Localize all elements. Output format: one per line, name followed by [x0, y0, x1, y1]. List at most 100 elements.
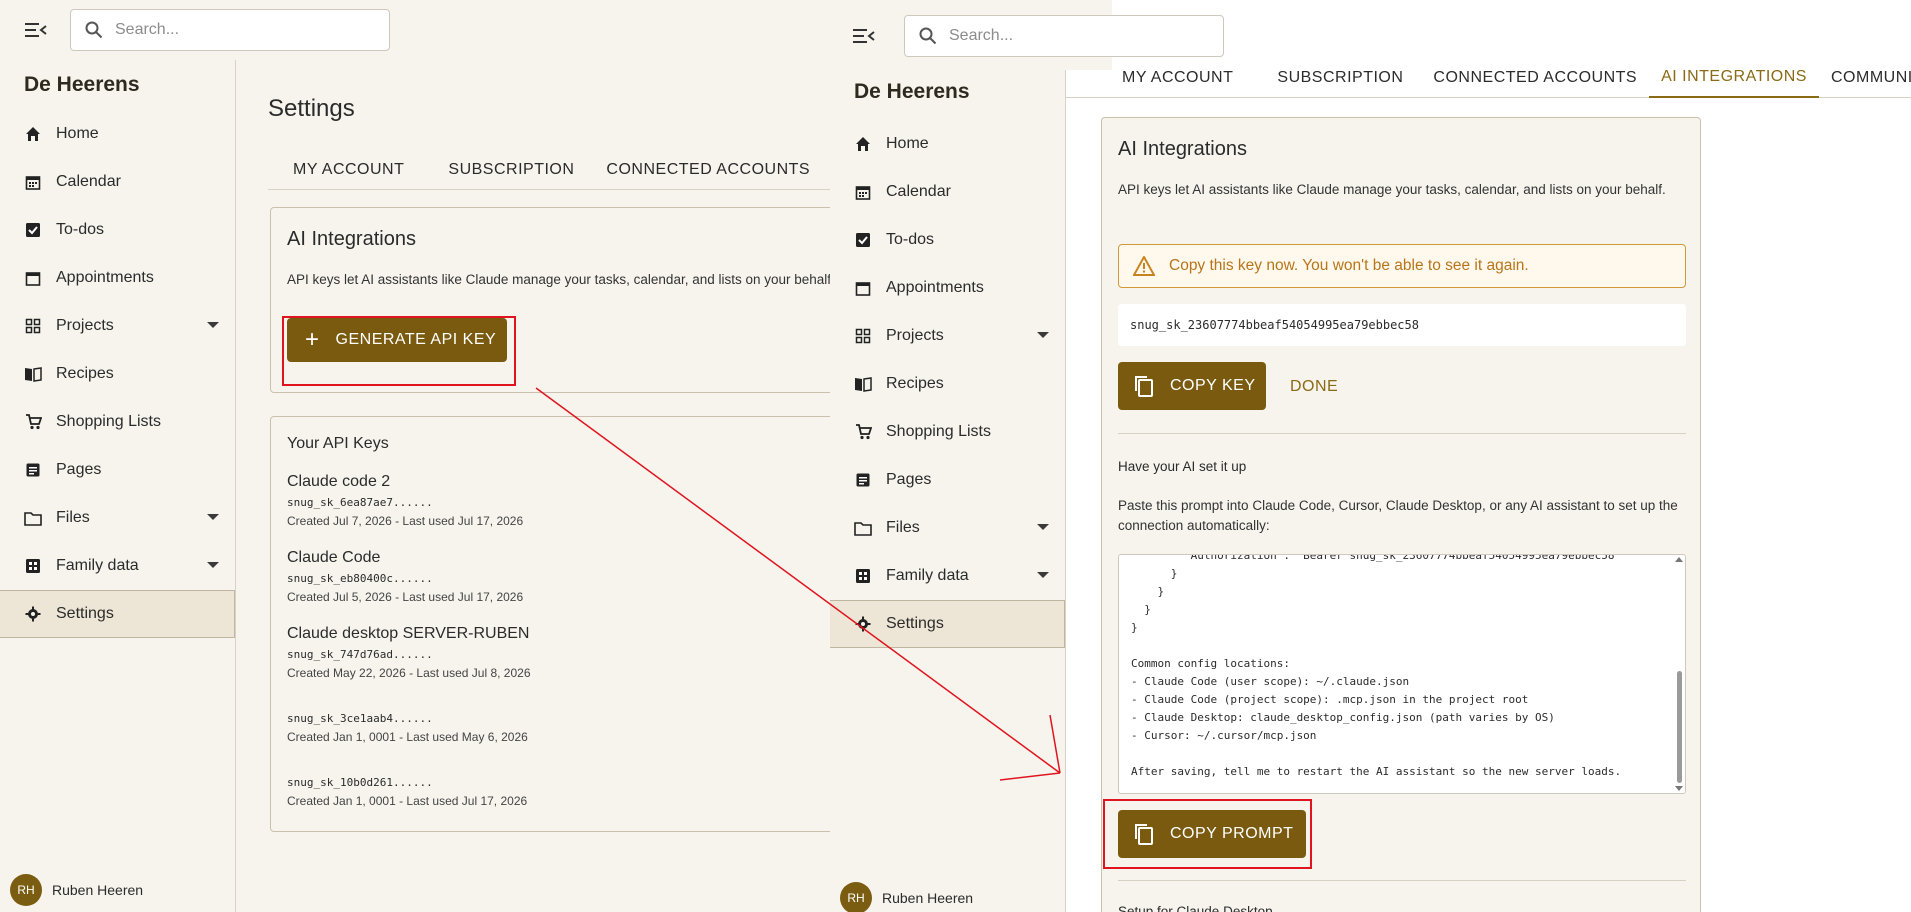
copy-icon: [1135, 376, 1153, 397]
chevron-down-icon[interactable]: [1037, 332, 1049, 338]
copy-key-button[interactable]: COPY KEY: [1118, 362, 1266, 410]
user-name: Ruben Heeren: [52, 882, 144, 898]
search-input[interactable]: [115, 21, 355, 39]
user-profile[interactable]: RH Ruben Heeren: [840, 882, 973, 912]
annotation-highlight-generate: [282, 316, 516, 386]
sidebar-item-calendar[interactable]: Calendar: [0, 158, 235, 206]
sidebar-item-files[interactable]: Files: [0, 494, 235, 542]
tab-ai-integrations[interactable]: AI INTEGRATIONS: [1649, 58, 1819, 98]
prompt-textarea[interactable]: "Authorization": "Bearer snug_sk_2360777…: [1118, 554, 1686, 794]
cart-icon: [854, 423, 872, 441]
api-key-entry: Claude Code snug_sk_eb80400c...... Creat…: [287, 549, 523, 604]
tab-my-account[interactable]: MY ACCOUNT: [268, 150, 448, 190]
calendar-icon: [854, 183, 872, 201]
sidebar-item-recipes[interactable]: Recipes: [0, 350, 235, 398]
search-icon: [85, 21, 103, 39]
api-key-prefix: snug_sk_6ea87ae7......: [287, 496, 433, 509]
copy-key-label: COPY KEY: [1170, 377, 1256, 394]
nav-list: Home Calendar To-dos Appointments Projects Re…: [0, 110, 235, 638]
sidebar-item-settings[interactable]: Settings: [830, 600, 1065, 648]
sidebar-item-label: Projects: [886, 327, 944, 344]
menu-collapse-icon[interactable]: [22, 18, 50, 42]
sidebar-item-to-dos[interactable]: To-dos: [0, 206, 235, 254]
scroll-up-arrow[interactable]: [1675, 557, 1683, 562]
right-screenshot-panel: De Heerens Home Calendar To-dos Appointment…: [830, 0, 1911, 912]
page-icon: [24, 461, 42, 479]
avatar: RH: [10, 874, 42, 906]
api-key-meta: Created Jul 5, 2026 - Last used Jul 17, …: [287, 590, 524, 604]
card-description: API keys let AI assistants like Claude m…: [287, 272, 830, 287]
chevron-down-icon[interactable]: [207, 322, 219, 328]
done-button[interactable]: DONE: [1290, 378, 1338, 396]
sidebar-item-settings[interactable]: Settings: [0, 590, 235, 638]
chevron-down-icon[interactable]: [1037, 524, 1049, 530]
sidebar-item-label: Pages: [56, 461, 102, 478]
sidebar-item-projects[interactable]: Projects: [830, 312, 1065, 360]
table-icon: [854, 567, 872, 585]
card-title: AI Integrations: [287, 228, 416, 250]
tab-subscription[interactable]: SUBSCRIPTION: [448, 150, 606, 190]
sidebar-item-family-data[interactable]: Family data: [830, 552, 1065, 600]
menu-collapse-icon[interactable]: [850, 24, 878, 48]
event-icon: [854, 279, 872, 297]
scroll-thumb[interactable]: [1677, 671, 1682, 783]
sidebar-item-shopping-lists[interactable]: Shopping Lists: [0, 398, 235, 446]
api-key-prefix: snug_sk_747d76ad......: [287, 648, 433, 661]
sidebar-item-calendar[interactable]: Calendar: [830, 168, 1065, 216]
sidebar-item-label: Calendar: [886, 183, 951, 200]
sidebar-item-appointments[interactable]: Appointments: [0, 254, 235, 302]
scroll-down-arrow[interactable]: [1675, 786, 1683, 791]
setup-description: Paste this prompt into Claude Code, Curs…: [1118, 498, 1678, 533]
search-icon: [919, 27, 937, 45]
sidebar-item-home[interactable]: Home: [830, 120, 1065, 168]
tab-communication[interactable]: COMMUNICA: [1819, 58, 1911, 98]
sidebar-item-files[interactable]: Files: [830, 504, 1065, 552]
gear-icon: [854, 615, 872, 633]
calendar-icon: [24, 173, 42, 191]
cart-icon: [24, 413, 42, 431]
avatar: RH: [840, 882, 872, 912]
sidebar-item-family-data[interactable]: Family data: [0, 542, 235, 590]
chevron-down-icon[interactable]: [207, 514, 219, 520]
sidebar-item-to-dos[interactable]: To-dos: [830, 216, 1065, 264]
tab-my-account[interactable]: MY ACCOUNT: [1066, 58, 1277, 98]
sidebar-item-label: Home: [56, 125, 99, 142]
sidebar-item-label: Shopping Lists: [886, 423, 991, 440]
sidebar-item-pages[interactable]: Pages: [830, 456, 1065, 504]
tab-connected-accounts[interactable]: CONNECTED ACCOUNTS: [606, 150, 830, 190]
sidebar-item-shopping-lists[interactable]: Shopping Lists: [830, 408, 1065, 456]
sidebar-item-recipes[interactable]: Recipes: [830, 360, 1065, 408]
api-key-meta: Created Jul 7, 2026 - Last used Jul 17, …: [287, 514, 524, 528]
api-key-prefix: snug_sk_eb80400c......: [287, 572, 433, 585]
sidebar-item-label: To-dos: [886, 231, 935, 248]
table-icon: [24, 557, 42, 575]
api-key-name: Claude code 2: [287, 473, 391, 490]
home-icon: [24, 125, 42, 143]
api-key-entry: snug_sk_3ce1aab4...... Created Jan 1, 00…: [287, 707, 528, 744]
brand-name: De Heerens: [854, 80, 970, 103]
sidebar-item-home[interactable]: Home: [0, 110, 235, 158]
tab-connected-accounts[interactable]: CONNECTED ACCOUNTS: [1433, 58, 1649, 98]
sidebar-item-appointments[interactable]: Appointments: [830, 264, 1065, 312]
search-field[interactable]: [70, 9, 390, 51]
search-input[interactable]: [949, 27, 1189, 45]
scrollbar[interactable]: [1675, 555, 1683, 793]
sidebar-item-projects[interactable]: Projects: [0, 302, 235, 350]
warning-icon: [1133, 256, 1155, 276]
settings-tabs: MY ACCOUNT SUBSCRIPTION CONNECTED ACCOUN…: [268, 150, 830, 190]
chevron-down-icon[interactable]: [1037, 572, 1049, 578]
sidebar-item-pages[interactable]: Pages: [0, 446, 235, 494]
api-key-meta: Created Jan 1, 0001 - Last used Jul 17, …: [287, 794, 528, 808]
api-keys-title: Your API Keys: [287, 435, 389, 452]
sidebar-item-label: Shopping Lists: [56, 413, 161, 430]
api-key-display[interactable]: snug_sk_23607774bbeaf54054995ea79ebbec58: [1118, 304, 1686, 346]
search-field[interactable]: [904, 15, 1224, 57]
tab-subscription[interactable]: SUBSCRIPTION: [1277, 58, 1433, 98]
api-key-entry: snug_sk_10b0d261...... Created Jan 1, 00…: [287, 771, 527, 808]
user-profile[interactable]: RH Ruben Heeren: [10, 874, 143, 906]
api-key-name: Claude desktop SERVER-RUBEN: [287, 625, 530, 642]
chevron-down-icon[interactable]: [207, 562, 219, 568]
page-title: Settings: [268, 95, 355, 122]
main-content: Settings MY ACCOUNT SUBSCRIPTION CONNECT…: [236, 60, 830, 912]
sidebar: De Heerens Home Calendar To-dos Appointment…: [830, 70, 1066, 912]
